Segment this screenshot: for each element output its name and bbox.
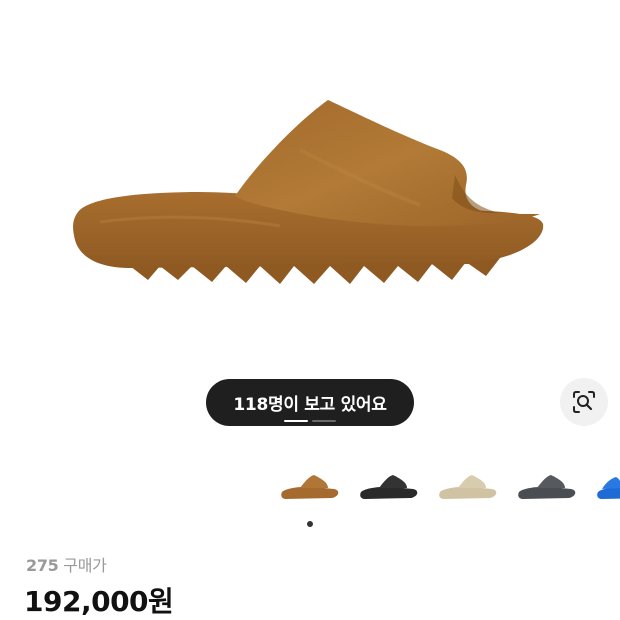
- variant-thumb-bone[interactable]: [436, 466, 500, 510]
- purchase-price: 192,000원: [24, 585, 174, 618]
- viewers-count-badge: 118명이 보고 있어요: [206, 379, 414, 426]
- variant-thumb-blue[interactable]: [594, 466, 620, 510]
- slide-blue-thumb: [597, 477, 620, 499]
- slide-grey-thumb: [518, 475, 576, 499]
- variant-thumb-ochre[interactable]: [278, 466, 342, 510]
- purchase-price-label: 구매가: [63, 556, 107, 575]
- carousel-indicator-active: [284, 420, 308, 422]
- size-purchase-label: 275 구매가: [26, 552, 107, 576]
- viewers-count-text: 118명이 보고 있어요: [233, 395, 387, 415]
- slide-black-thumb: [360, 475, 418, 499]
- image-search-icon: [573, 391, 595, 413]
- image-search-button[interactable]: [560, 378, 608, 426]
- variant-thumb-grey[interactable]: [515, 466, 579, 510]
- slide-ochre-thumb: [281, 475, 339, 499]
- carousel-indicator: [312, 420, 336, 422]
- pagination-dot: [307, 521, 313, 527]
- variant-thumb-black[interactable]: [357, 466, 421, 510]
- variant-thumbnail-strip: [0, 466, 620, 516]
- slide-bone-thumb: [439, 475, 497, 499]
- size-value: 275: [26, 556, 59, 575]
